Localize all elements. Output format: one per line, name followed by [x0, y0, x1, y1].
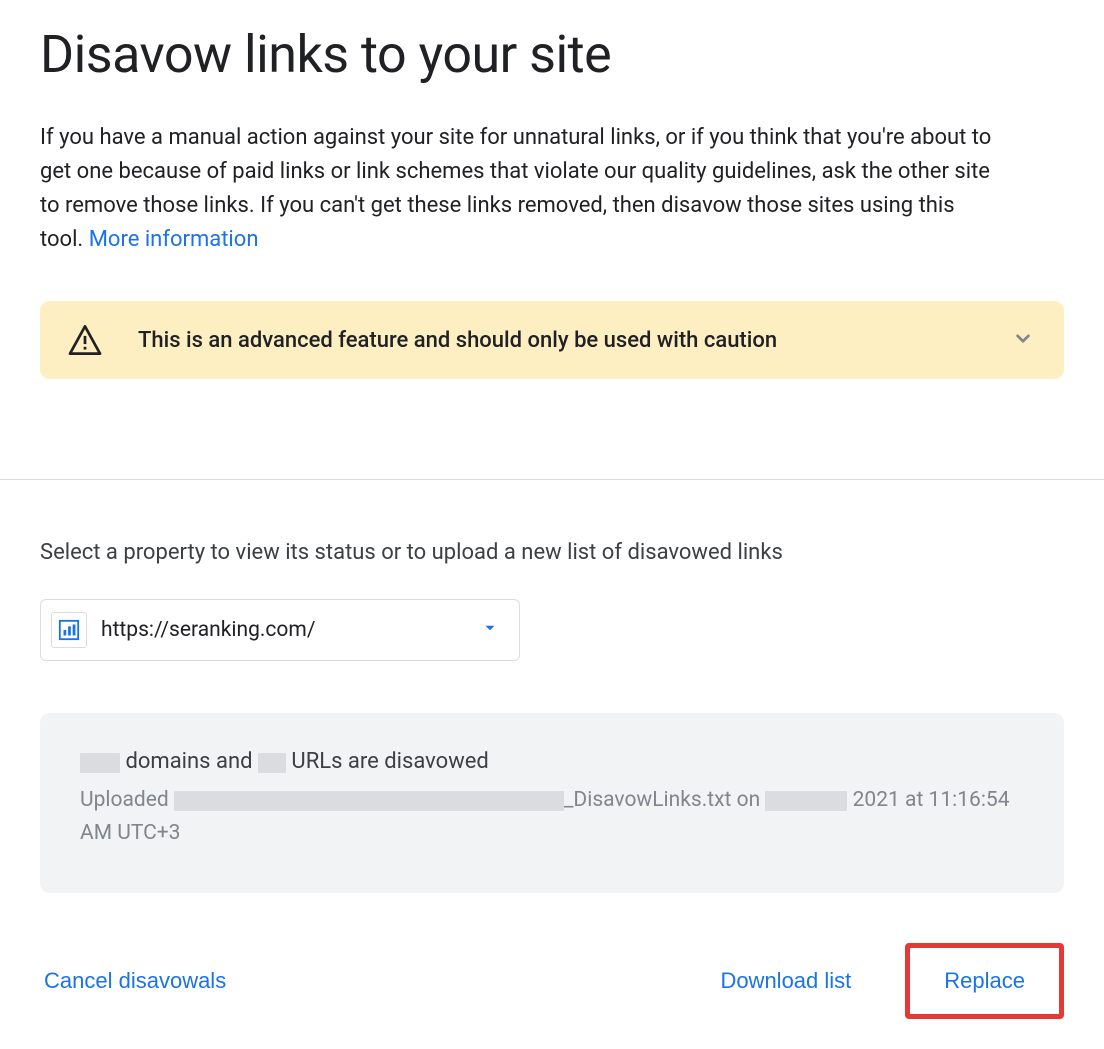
page-title: Disavow links to your site: [40, 24, 1064, 85]
warning-banner[interactable]: This is an advanced feature and should o…: [40, 301, 1064, 379]
status-text-fragment: _DisavowLinks.txt on: [564, 788, 765, 812]
more-information-link[interactable]: More information: [89, 227, 259, 252]
cancel-disavowals-button[interactable]: Cancel disavowals: [40, 962, 230, 1000]
dropdown-caret-icon: [481, 619, 499, 641]
selected-property-value: https://seranking.com/: [101, 618, 467, 642]
warning-icon: [68, 325, 102, 355]
property-select-label: Select a property to view its status or …: [40, 540, 1064, 565]
disavow-status-card: domains and URLs are disavowed Uploaded …: [40, 713, 1064, 893]
replace-button[interactable]: Replace: [940, 962, 1029, 1000]
intro-paragraph: If you have a manual action against your…: [40, 121, 1000, 257]
upload-info-line: Uploaded _DisavowLinks.txt on 2021 at 11…: [80, 784, 1024, 849]
property-selector[interactable]: https://seranking.com/: [40, 599, 520, 661]
chevron-down-icon: [1010, 325, 1036, 355]
redacted-filename: [174, 791, 564, 811]
status-text-fragment: domains and: [120, 749, 258, 774]
action-row: Cancel disavowals Download list Replace: [40, 943, 1064, 1019]
warning-text: This is an advanced feature and should o…: [138, 328, 974, 353]
redacted-domain-count: [80, 753, 120, 773]
disavow-count-line: domains and URLs are disavowed: [80, 749, 1024, 774]
redacted-date: [765, 791, 847, 811]
status-text-fragment: Uploaded: [80, 788, 174, 812]
download-list-button[interactable]: Download list: [716, 962, 855, 1000]
status-text-fragment: URLs are disavowed: [286, 749, 489, 774]
replace-highlight-box: Replace: [905, 943, 1064, 1019]
property-chart-icon: [51, 612, 87, 648]
redacted-url-count: [258, 753, 286, 773]
